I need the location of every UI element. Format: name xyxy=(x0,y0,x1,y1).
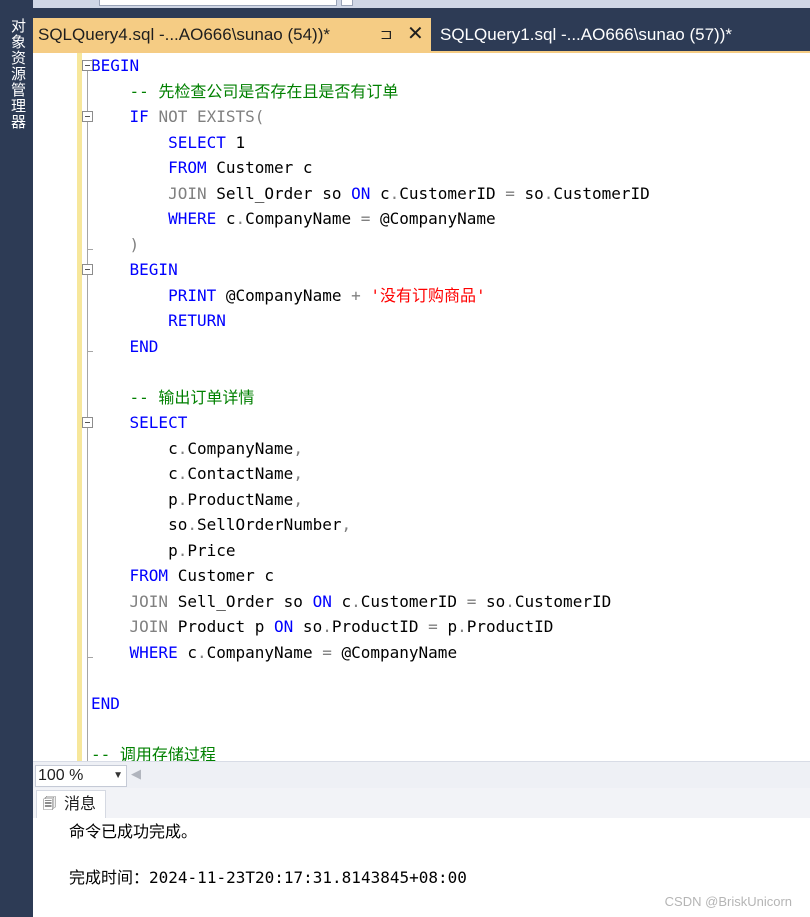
code-line: p.Price xyxy=(91,540,236,560)
code-line: SELECT xyxy=(129,413,188,432)
code-line: c.CompanyName, xyxy=(91,438,303,458)
messages-pane[interactable]: 命令已成功完成。 完成时间：2024-11-23T20:17:31.814384… xyxy=(33,818,810,917)
code-line: FROM Customer c xyxy=(129,566,275,585)
collapse-region-icon[interactable] xyxy=(82,264,93,275)
collapse-region-icon[interactable] xyxy=(82,417,93,428)
tab-sqlquery1[interactable]: SQLQuery1.sql -...AO666\sunao (57))* xyxy=(433,18,810,51)
code-line: WHERE c.CompanyName = @CompanyName xyxy=(129,642,458,662)
zoom-select[interactable]: 100 % ▼ xyxy=(35,765,127,787)
code-line: BEGIN xyxy=(129,260,178,279)
tab-messages[interactable]: 🗐 消息 xyxy=(36,790,106,819)
zoom-value: 100 % xyxy=(38,767,84,784)
completion-time-label: 完成时间： xyxy=(69,868,150,887)
code-line: SELECT 1 xyxy=(168,132,246,152)
code-line: -- 输出订单详情 xyxy=(129,387,255,407)
tab-well xyxy=(33,8,810,18)
region-end-tick xyxy=(87,350,93,352)
object-explorer-side-tab[interactable]: 对象资源管理器 xyxy=(0,0,34,917)
region-end-tick xyxy=(87,656,93,658)
code-line: JOIN Sell_Order so ON c.CustomerID = so.… xyxy=(129,591,612,611)
editor-status-bar: 100 % ▼ ◀ xyxy=(33,761,810,789)
tab-title: SQLQuery1.sql -...AO666\sunao (57))* xyxy=(440,25,732,44)
code-line: PRINT @CompanyName + '没有订购商品' xyxy=(168,285,486,305)
code-line: JOIN Product p ON so.ProductID = p.Produ… xyxy=(129,617,554,636)
code-line: so.SellOrderNumber, xyxy=(91,515,352,534)
message-line: 命令已成功完成。 xyxy=(69,822,198,841)
code-line: BEGIN xyxy=(91,56,140,75)
code-line: RETURN xyxy=(168,311,226,330)
code-line: END xyxy=(129,336,159,356)
change-tracking-bar xyxy=(77,53,82,761)
tab-title: SQLQuery4.sql -...AO666\sunao (54))* xyxy=(38,25,330,44)
collapse-region-icon[interactable] xyxy=(82,60,93,71)
selection-margin[interactable] xyxy=(33,53,69,761)
code-line: -- 调用存储过程 xyxy=(91,744,216,762)
code-line: p.ProductName, xyxy=(91,489,303,509)
chevron-down-icon[interactable]: ▼ xyxy=(113,766,123,786)
code-line: END xyxy=(91,693,120,713)
tab-sqlquery4[interactable]: SQLQuery4.sql -...AO666\sunao (54))* ⊐ ✕ xyxy=(33,18,431,51)
code-line: IF NOT EXISTS( xyxy=(129,107,265,126)
collapse-region-icon[interactable] xyxy=(82,111,93,122)
messages-icon: 🗐 xyxy=(43,797,56,812)
pin-icon[interactable]: ⊐ xyxy=(380,18,393,51)
code-line: JOIN Sell_Order so ON c.CustomerID = so.… xyxy=(168,183,650,203)
completion-time-value: 2024-11-23T20:17:31.8143845+08:00 xyxy=(149,868,467,887)
tab-messages-label: 消息 xyxy=(64,794,97,813)
toolbar-combo[interactable] xyxy=(99,0,337,6)
region-end-tick xyxy=(87,248,93,250)
object-explorer-label: 对象资源管理器 xyxy=(9,18,27,130)
results-tab-bar: 🗐 消息 xyxy=(33,788,810,819)
close-icon[interactable]: ✕ xyxy=(407,18,424,51)
code-line: ) xyxy=(129,234,140,254)
document-tab-bar: SQLQuery4.sql -...AO666\sunao (54))* ⊐ ✕… xyxy=(33,18,810,51)
watermark: CSDN @BriskUnicorn xyxy=(664,894,792,909)
code-line: -- 先检查公司是否存在且是否有订单 xyxy=(129,81,399,101)
sql-editor[interactable]: BEGIN -- 先检查公司是否存在且是否有订单 IF NOT EXISTS( … xyxy=(33,53,810,761)
toolbar-combo-arrow[interactable] xyxy=(341,0,353,6)
code-line: FROM Customer c xyxy=(168,158,313,177)
scroll-left-icon[interactable]: ◀ xyxy=(131,767,141,782)
completion-time-line: 完成时间：2024-11-23T20:17:31.8143845+08:00 xyxy=(69,864,467,888)
code-line: c.ContactName, xyxy=(91,464,303,483)
code-line: WHERE c.CompanyName = @CompanyName xyxy=(168,209,496,228)
